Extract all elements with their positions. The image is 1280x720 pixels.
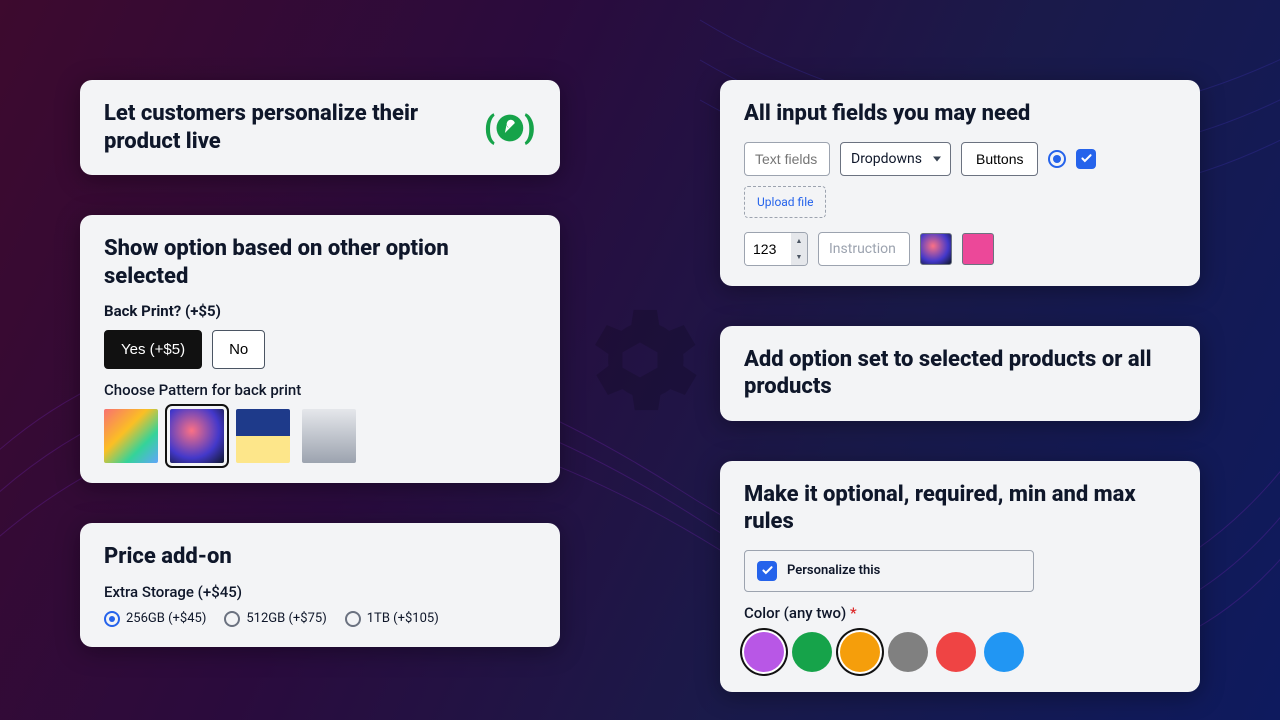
assign-title: Add option set to selected products or a… <box>744 346 1176 401</box>
color-option-blue[interactable] <box>984 632 1024 672</box>
color-option-purple[interactable] <box>744 632 784 672</box>
card-assign-products: Add option set to selected products or a… <box>720 326 1200 421</box>
back-print-no-button[interactable]: No <box>212 330 265 369</box>
dropdown-demo[interactable]: Dropdowns <box>840 142 951 176</box>
card-rules: Make it optional, required, min and max … <box>720 461 1200 692</box>
storage-label: Extra Storage (+$45) <box>104 583 536 601</box>
color-option-orange[interactable] <box>840 632 880 672</box>
card-conditional-option: Show option based on other option select… <box>80 215 560 483</box>
color-label: Color (any two) * <box>744 604 1176 622</box>
storage-option-512[interactable]: 512GB (+$75) <box>224 611 326 627</box>
conditional-title: Show option based on other option select… <box>104 235 536 290</box>
back-print-yes-button[interactable]: Yes (+$5) <box>104 330 202 369</box>
checkbox-demo[interactable] <box>1076 149 1096 169</box>
image-swatch-demo[interactable] <box>920 233 952 265</box>
hero-title: Let customers personalize their product … <box>104 100 468 155</box>
wrench-badge-icon: ( ) <box>484 106 536 150</box>
svg-text:(: ( <box>484 109 495 146</box>
spin-down-icon[interactable]: ▼ <box>791 249 807 265</box>
gear-icon <box>570 290 710 430</box>
price-title: Price add-on <box>104 543 536 571</box>
pattern-swatch-1[interactable] <box>104 409 158 463</box>
button-demo[interactable]: Buttons <box>961 142 1038 176</box>
upload-file-button[interactable]: Upload file <box>744 186 826 218</box>
color-option-gray[interactable] <box>888 632 928 672</box>
radio-demo[interactable] <box>1048 150 1066 168</box>
card-personalize-hero: Let customers personalize their product … <box>80 80 560 175</box>
pattern-swatch-4[interactable] <box>302 409 356 463</box>
svg-text:): ) <box>524 109 535 146</box>
back-print-label: Back Print? (+$5) <box>104 302 536 320</box>
inputs-title: All input fields you may need <box>744 100 1176 128</box>
pattern-swatch-3[interactable] <box>236 409 290 463</box>
instruction-demo: Instruction <box>818 232 910 266</box>
color-swatch-demo[interactable] <box>962 233 994 265</box>
color-option-red[interactable] <box>936 632 976 672</box>
pattern-swatch-2[interactable] <box>170 409 224 463</box>
pattern-label: Choose Pattern for back print <box>104 381 536 399</box>
number-input-demo[interactable]: ▲▼ <box>744 232 808 266</box>
storage-option-1tb[interactable]: 1TB (+$105) <box>345 611 439 627</box>
check-icon <box>757 561 777 581</box>
rules-title: Make it optional, required, min and max … <box>744 481 1176 536</box>
color-option-green[interactable] <box>792 632 832 672</box>
card-price-addon: Price add-on Extra Storage (+$45) 256GB … <box>80 523 560 647</box>
text-field-demo[interactable] <box>744 142 830 176</box>
card-input-fields: All input fields you may need Dropdowns … <box>720 80 1200 286</box>
personalize-checkbox[interactable]: Personalize this <box>744 550 1034 592</box>
spin-up-icon[interactable]: ▲ <box>791 233 807 249</box>
storage-option-256[interactable]: 256GB (+$45) <box>104 611 206 627</box>
